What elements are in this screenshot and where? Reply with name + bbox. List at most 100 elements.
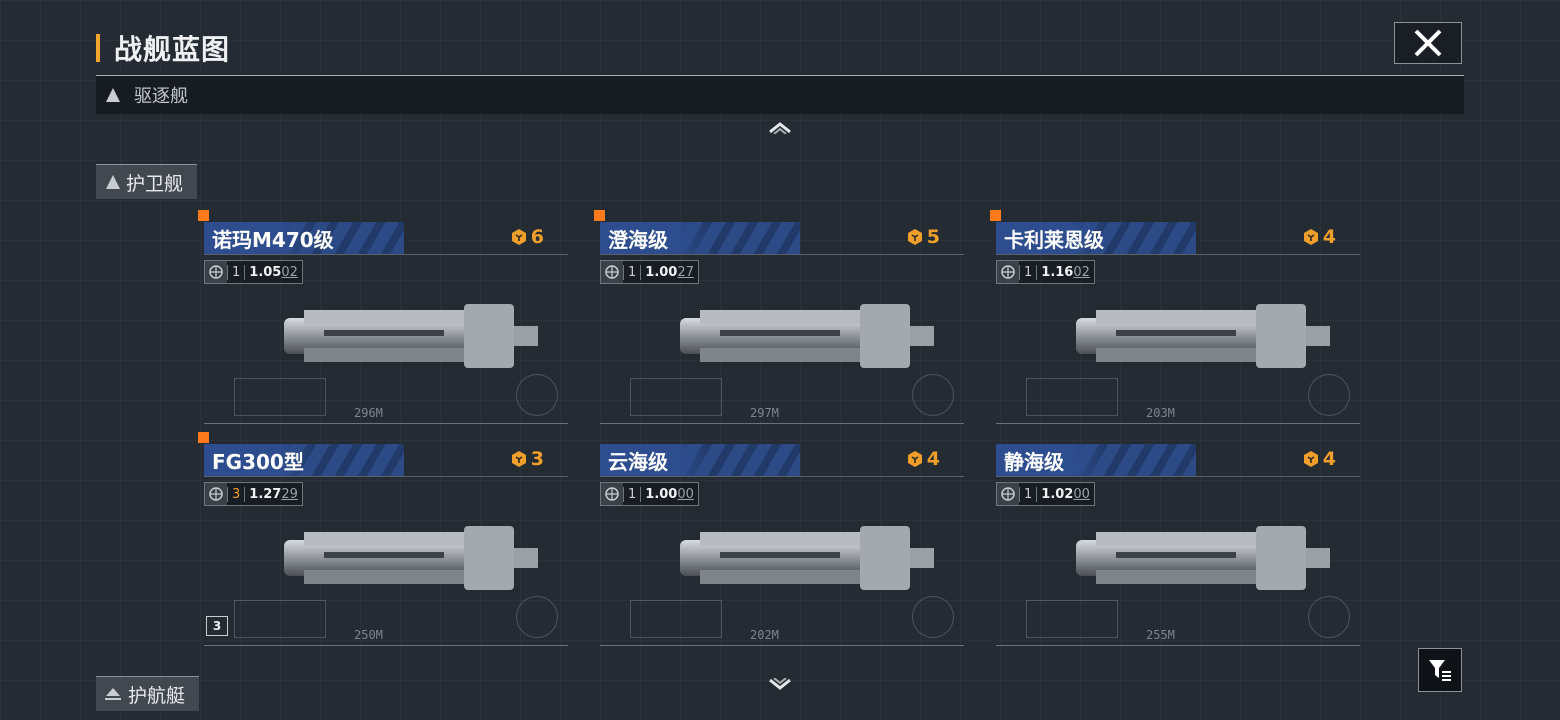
name-underline — [996, 254, 1360, 255]
ship-name: 卡利莱恩级 — [1004, 228, 1104, 252]
corvette-icon — [105, 688, 121, 700]
blueprint-sublevel: 00 — [677, 486, 694, 502]
blueprint-sublevel: 29 — [281, 486, 298, 502]
ship-card[interactable]: 静海级 4 1 1.02 00 255M — [996, 438, 1360, 652]
filter-button[interactable] — [1418, 648, 1462, 692]
command-cost: 3 — [510, 448, 544, 470]
blueprint-detail — [1308, 596, 1350, 638]
command-cost-icon — [907, 451, 922, 467]
ship-silhouette — [284, 304, 538, 368]
blueprint-detail — [912, 596, 954, 638]
blueprint-level: 1.27 — [249, 486, 282, 502]
ship-name: 静海级 — [1004, 450, 1064, 474]
close-button[interactable] — [1394, 22, 1462, 64]
blueprint-level: 1.05 — [249, 264, 282, 280]
ship-card[interactable]: 澄海级 5 1 1.00 27 297M — [594, 210, 964, 430]
page-header: 战舰蓝图 — [96, 28, 230, 68]
name-underline — [204, 476, 568, 477]
manufacturer-icon — [601, 261, 623, 283]
new-marker — [990, 210, 1001, 221]
blueprint-sublevel: 00 — [1073, 486, 1090, 502]
blueprint-detail — [630, 600, 722, 638]
blueprint-sublevel: 02 — [1073, 264, 1090, 280]
ship-length: 297M — [750, 406, 779, 420]
new-marker — [594, 210, 605, 221]
blueprint-sublevel: 27 — [677, 264, 694, 280]
page-title: 战舰蓝图 — [114, 33, 231, 66]
ship-silhouette — [680, 526, 934, 590]
close-icon — [1414, 29, 1442, 57]
manufacturer-icon — [205, 261, 227, 283]
tech-tier: 3 — [227, 486, 246, 502]
ruler-line — [600, 645, 964, 646]
category-corvette[interactable]: 护航艇 — [96, 676, 200, 711]
blueprint-level: 1.16 — [1041, 264, 1074, 280]
command-cost: 6 — [510, 226, 544, 248]
command-cost: 4 — [906, 448, 940, 470]
category-frigate-label: 护卫舰 — [126, 172, 184, 195]
blueprint-detail — [1026, 600, 1118, 638]
blueprint-detail — [234, 378, 326, 416]
scroll-down-icon[interactable] — [768, 678, 792, 692]
ship-stats: 1 1.02 00 — [996, 482, 1095, 506]
command-cost: 4 — [1302, 448, 1336, 470]
command-cost-value: 4 — [1322, 448, 1336, 470]
command-cost-value: 5 — [926, 226, 940, 248]
blueprint-detail — [630, 378, 722, 416]
blueprint-detail — [1026, 378, 1118, 416]
filter-icon — [1429, 660, 1451, 681]
category-destroyer-label: 驱逐舰 — [134, 86, 188, 107]
command-cost: 5 — [906, 226, 940, 248]
category-destroyer[interactable]: 驱逐舰 — [96, 76, 1464, 114]
command-cost: 4 — [1302, 226, 1336, 248]
expand-triangle-icon — [106, 175, 120, 189]
ship-silhouette — [680, 304, 934, 368]
blueprint-detail — [912, 374, 954, 416]
category-corvette-label: 护航艇 — [128, 684, 186, 707]
scroll-up-icon[interactable] — [768, 120, 792, 134]
name-underline — [600, 476, 964, 477]
ruler-line — [600, 423, 964, 424]
ship-length: 250M — [354, 628, 383, 642]
manufacturer-icon — [997, 483, 1019, 505]
command-cost-icon — [907, 229, 922, 245]
ship-length: 202M — [750, 628, 779, 642]
command-cost-icon — [511, 229, 526, 245]
tech-tier: 1 — [1019, 264, 1038, 280]
new-marker — [198, 210, 209, 221]
command-cost-value: 4 — [926, 448, 940, 470]
ship-card[interactable]: FG300型 3 3 1.27 29 250M — [198, 432, 568, 652]
category-frigate[interactable]: 护卫舰 — [96, 164, 198, 199]
manufacturer-icon — [601, 483, 623, 505]
blueprint-detail — [516, 596, 558, 638]
command-cost-icon — [1303, 451, 1318, 467]
ship-card[interactable]: 云海级 4 1 1.00 00 202M — [600, 438, 964, 652]
tech-tier: 1 — [227, 264, 246, 280]
ship-card[interactable]: 诺玛M470级 6 1 1.05 02 296M — [198, 210, 568, 430]
new-marker — [198, 432, 209, 443]
blueprint-sublevel: 02 — [281, 264, 298, 280]
name-underline — [600, 254, 964, 255]
manufacturer-icon — [205, 483, 227, 505]
ship-stats: 1 1.00 00 — [600, 482, 699, 506]
ship-name: FG300型 — [212, 450, 304, 474]
ship-stats: 1 1.05 02 — [204, 260, 303, 284]
ship-silhouette — [284, 526, 538, 590]
ship-stats: 3 1.27 29 — [204, 482, 303, 506]
ruler-line — [204, 645, 568, 646]
ruler-line — [996, 645, 1360, 646]
ship-name: 澄海级 — [608, 228, 668, 252]
ship-name: 云海级 — [608, 450, 668, 474]
ruler-line — [204, 423, 568, 424]
command-cost-value: 3 — [530, 448, 544, 470]
ship-stats: 1 1.16 02 — [996, 260, 1095, 284]
blueprint-detail — [234, 600, 326, 638]
command-cost-icon — [511, 451, 526, 467]
tech-tier: 1 — [623, 264, 642, 280]
ship-silhouette — [1076, 526, 1330, 590]
class-size-badge: 3 — [206, 616, 228, 636]
ship-card[interactable]: 卡利莱恩级 4 1 1.16 02 203M — [990, 210, 1360, 430]
name-underline — [996, 476, 1360, 477]
blueprint-level: 1.02 — [1041, 486, 1074, 502]
blueprint-detail — [1308, 374, 1350, 416]
